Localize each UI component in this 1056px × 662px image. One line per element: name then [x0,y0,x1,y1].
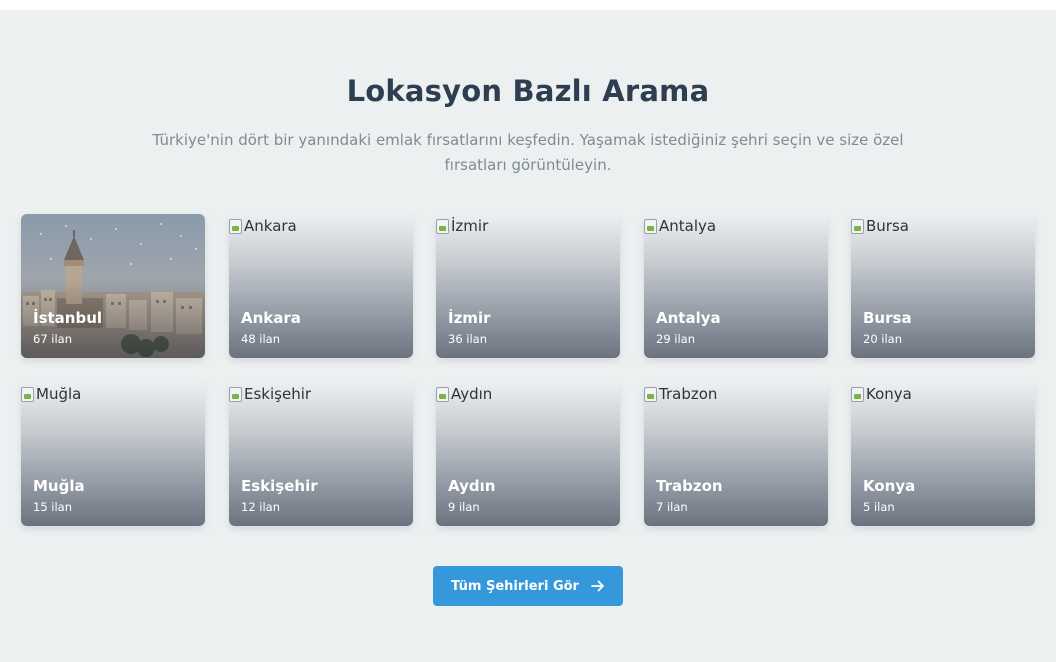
broken-image-icon [436,218,449,234]
city-listing-count: 5 ilan [863,500,895,514]
location-search-section: Lokasyon Bazlı Arama Türkiye'nin dört bi… [0,10,1056,662]
city-listing-count: 9 ilan [448,500,480,514]
city-listing-count: 7 ilan [656,500,688,514]
broken-image-icon [229,386,242,402]
city-card-bursa[interactable]: Bursa Bursa 20 ilan [851,214,1035,358]
city-name: Antalya [656,309,721,327]
image-alt-text: Eskişehir [229,382,311,406]
broken-image-icon [851,218,864,234]
city-card-eskisehir[interactable]: Eskişehir Eskişehir 12 ilan [229,382,413,526]
broken-image-icon [851,386,864,402]
city-name: İzmir [448,309,491,327]
city-listing-count: 48 ilan [241,332,281,346]
city-card-mugla[interactable]: Muğla Muğla 15 ilan [21,382,205,526]
city-name: Konya [863,477,916,495]
city-name: İstanbul [33,309,103,327]
arrow-right-icon [591,580,604,592]
city-name: Aydın [448,477,496,495]
city-card-trabzon[interactable]: Trabzon Trabzon 7 ilan [644,382,828,526]
city-card-konya[interactable]: Konya Konya 5 ilan [851,382,1035,526]
view-all-cities-label: Tüm Şehirleri Gör [451,578,579,594]
image-alt-text: Antalya [644,214,716,238]
city-listing-count: 20 ilan [863,332,903,346]
city-card-istanbul[interactable]: İstanbul 67 ilan [21,214,205,358]
city-card-antalya[interactable]: Antalya Antalya 29 ilan [644,214,828,358]
image-alt-text: İzmir [436,214,488,238]
section-subtitle: Türkiye'nin dört bir yanındaki emlak fır… [152,131,904,174]
image-alt-text: Bursa [851,214,909,238]
city-listing-count: 15 ilan [33,500,73,514]
city-name: Muğla [33,477,85,495]
city-listing-count: 36 ilan [448,332,488,346]
broken-image-icon [436,386,449,402]
city-name: Trabzon [656,477,723,495]
city-card-aydin[interactable]: Aydın Aydın 9 ilan [436,382,620,526]
view-all-cities-button[interactable]: Tüm Şehirleri Gör [433,566,623,606]
image-alt-text: Muğla [21,382,81,406]
broken-image-icon [644,218,657,234]
city-listing-count: 12 ilan [241,500,281,514]
city-listing-count: 29 ilan [656,332,696,346]
broken-image-icon [644,386,657,402]
image-alt-text: Konya [851,382,912,406]
city-card-ankara[interactable]: Ankara Ankara 48 ilan [229,214,413,358]
image-alt-text: Trabzon [644,382,717,406]
city-name: Bursa [863,309,912,327]
city-name: Eskişehir [241,477,318,495]
broken-image-icon [21,386,34,402]
city-card-izmir[interactable]: İzmir İzmir 36 ilan [436,214,620,358]
image-alt-text: Ankara [229,214,297,238]
image-alt-text: Aydın [436,382,492,406]
broken-image-icon [229,218,242,234]
section-title: Lokasyon Bazlı Arama [346,74,710,108]
city-name: Ankara [241,309,301,327]
city-listing-count: 67 ilan [33,332,73,346]
